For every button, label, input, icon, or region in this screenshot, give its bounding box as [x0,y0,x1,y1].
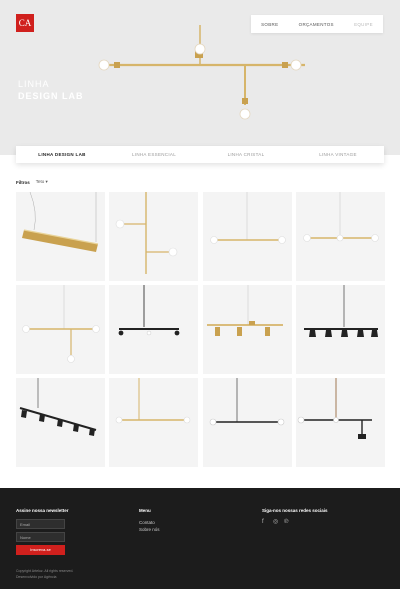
filter-select-value: Teto [35,179,45,184]
hero-title-line1: LINHA [18,79,50,89]
tab-design-lab[interactable]: Linha Design Lab [16,152,108,157]
chevron-down-icon: ▾ [45,179,48,184]
product-grid [16,192,385,467]
product-card[interactable] [202,378,292,467]
copyright-line2: Desenvolvido por Agência [16,575,57,579]
product-card[interactable] [202,285,292,374]
product-card[interactable] [109,285,199,374]
social-section: Siga-nos nossas redes sociais f ◎ ℗ [262,508,328,525]
facebook-icon[interactable]: f [262,519,268,525]
tab-cristal[interactable]: Linha Cristal [200,152,292,157]
gold-cross-pendant-icon [22,285,100,363]
footer-link-contato[interactable]: Contato [139,519,160,526]
gold-linear-pendant-icon [303,192,379,242]
pinterest-icon[interactable]: ℗ [284,519,290,525]
black-track-spots-icon [19,378,97,436]
product-card[interactable] [16,285,105,374]
black-spot-rail-icon [303,285,378,337]
hero-title: LINHA DESIGN LAB [18,78,84,102]
gold-spot-rail-icon [206,285,283,336]
product-card[interactable] [295,378,385,467]
subscribe-button[interactable]: Inscreva-se [16,545,65,555]
site-footer: Assine nossa newsletter Email Nome Inscr… [0,488,400,589]
product-card[interactable] [202,192,292,281]
gold-wall-lamp-icon [115,192,178,274]
product-card[interactable] [109,378,199,467]
filter-select[interactable]: Teto ▾ [36,179,48,185]
instagram-icon[interactable]: ◎ [273,519,279,525]
menu-title: Menu [139,508,151,513]
product-card[interactable] [295,192,385,281]
product-card[interactable] [16,192,105,281]
newsletter-title: Assine nossa newsletter [16,508,69,513]
tab-vintage[interactable]: Linha Vintage [292,152,384,157]
hero-banner: CA Sobre Orçamentos Equipe LINHA DESIGN … [0,0,400,155]
filter-label: Filtros [16,179,30,185]
footer-link-sobre[interactable]: Sobre nós [139,526,160,533]
hero-lamp-image [98,25,305,120]
newsletter-section: Assine nossa newsletter Email Nome Inscr… [16,508,69,555]
product-card[interactable] [16,378,105,467]
hero-title-line2: DESIGN LAB [18,91,84,101]
product-card[interactable] [109,192,199,281]
brand-logo[interactable]: CA [16,14,34,32]
gold-line-pendant-icon [115,378,191,424]
gold-linear-pendant-icon [209,192,286,244]
product-line-tabs: Linha Design Lab Linha Essencial Linha C… [16,146,384,163]
name-field[interactable]: Nome [16,532,65,542]
gold-bar-pendant-icon [22,192,99,252]
social-title: Siga-nos nossas redes sociais [262,508,328,513]
email-field[interactable]: Email [16,519,65,529]
black-cross-pendant-icon [297,378,372,439]
product-card[interactable] [295,285,385,374]
black-line-pendant-icon [209,378,284,426]
filter-bar: Filtros Teto ▾ [16,179,48,185]
nav-item-equipe[interactable]: Equipe [354,22,373,27]
tab-essencial[interactable]: Linha Essencial [108,152,200,157]
menu-section: Menu Contato Sobre nós [139,508,160,533]
copyright: Copyright Arteluz. All rights reserved. … [16,568,73,580]
black-bar-pendant-icon [118,285,180,336]
